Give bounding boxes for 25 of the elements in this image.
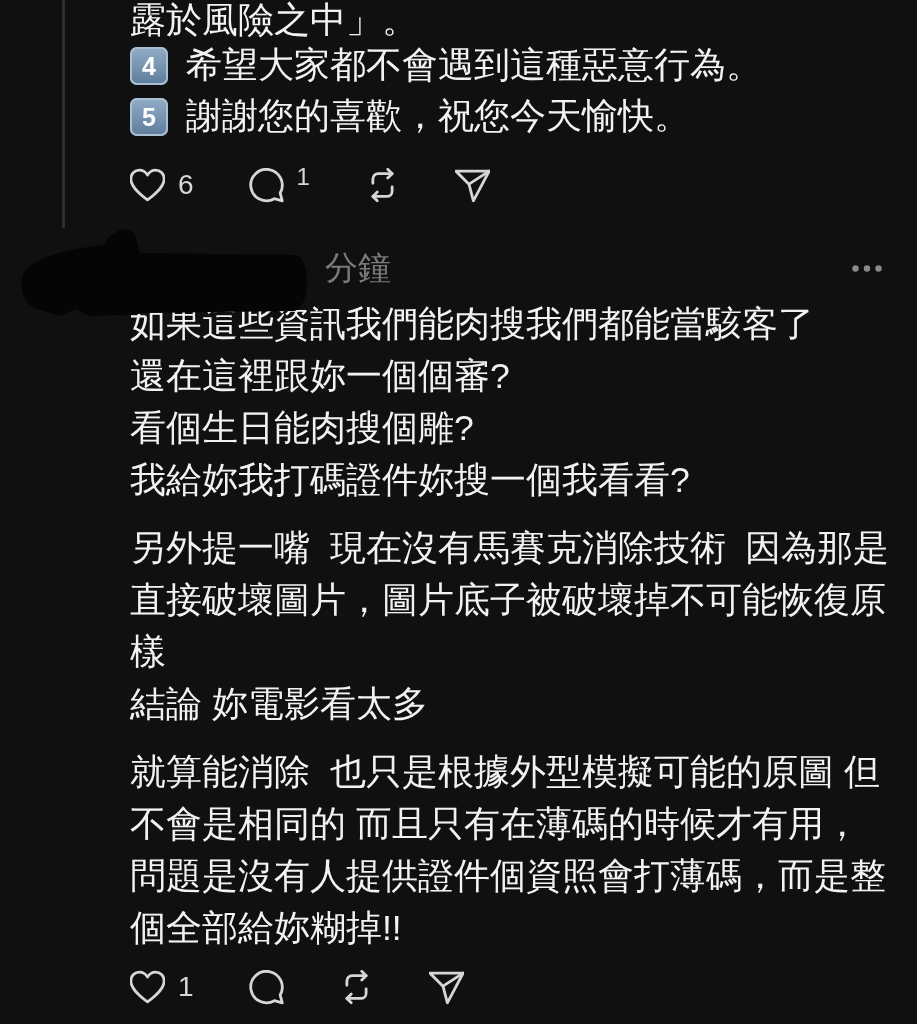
number-keycap: 5 xyxy=(130,97,168,136)
heart-icon xyxy=(130,969,165,1005)
send-icon xyxy=(454,167,490,203)
like-button[interactable]: 1 xyxy=(130,967,194,1007)
send-icon xyxy=(428,969,464,1005)
reply-text-line: 我給妳我打碼證件妳搜一個我看看? xyxy=(130,459,691,502)
post-time: 分鐘 xyxy=(325,248,391,288)
reply-text-line: 就算能消除 也只是根據外型模擬可能的原圖 但不會是相同的 而且只有在薄碼的時候才有用， xyxy=(130,751,881,846)
list-item-text: 謝謝您的喜歡，祝您今天愉快。 xyxy=(186,95,690,138)
reply-text-line: 還在這裡跟妳一個個審? xyxy=(130,355,511,398)
number-keycap: 4 xyxy=(130,46,168,85)
reply-text-line: 結論 妳電影看太多 xyxy=(130,683,429,726)
more-icon xyxy=(852,264,882,272)
comment-icon xyxy=(248,969,284,1005)
reply-button[interactable]: 1 xyxy=(248,165,310,205)
like-button[interactable]: 6 xyxy=(130,165,194,205)
more-button[interactable] xyxy=(852,264,882,272)
post-text: 露於風險之中」。 xyxy=(130,0,419,40)
reply-text-line: 問題是沒有人提供證件個資照會打薄碼，而是整個全部給妳糊掉!! xyxy=(130,855,887,950)
heart-icon xyxy=(130,167,165,203)
reply-text-line: 看個生日能肉搜個雕? xyxy=(130,407,475,450)
comment-icon xyxy=(248,167,284,203)
reply-button[interactable] xyxy=(248,967,284,1007)
reply-text-line: 另外提一嘴 現在沒有馬賽克消除技術 因為那是直接破壞圖片，圖片底子被破壞掉不可能恢復原樣 xyxy=(130,527,891,674)
list-item-text: 希望大家都不會遇到這種惡意行為。 xyxy=(186,44,762,87)
